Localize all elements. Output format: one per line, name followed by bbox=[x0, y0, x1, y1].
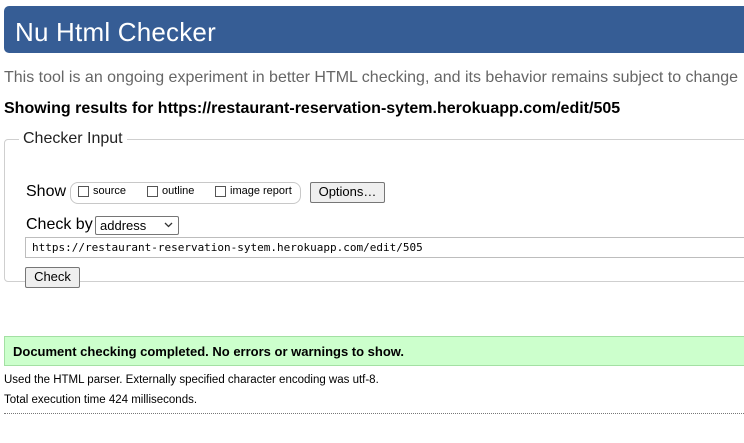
source-checkbox[interactable] bbox=[78, 185, 89, 197]
outline-checkbox[interactable] bbox=[147, 185, 158, 197]
checker-input-fieldset: Checker Input Show source outline image … bbox=[4, 130, 744, 288]
check-by-select[interactable]: address bbox=[95, 216, 179, 235]
tagline: This tool is an ongoing experiment in be… bbox=[4, 69, 739, 86]
check-by-selected-value: address bbox=[100, 218, 147, 233]
results-heading: Showing results for https://restaurant-r… bbox=[4, 100, 621, 117]
show-options-group: source outline image report bbox=[70, 182, 301, 204]
image-report-checkbox[interactable] bbox=[215, 185, 226, 197]
success-message-box: Document checking completed. No errors o… bbox=[4, 336, 744, 366]
options-button[interactable]: Options… bbox=[310, 182, 385, 203]
checker-input-legend: Checker Input bbox=[23, 130, 123, 147]
show-image-report-option[interactable]: image report bbox=[215, 185, 292, 197]
check-by-label: Check by bbox=[26, 216, 93, 233]
show-source-option[interactable]: source bbox=[78, 185, 126, 197]
show-label: Show bbox=[26, 183, 67, 200]
show-outline-option[interactable]: outline bbox=[147, 185, 194, 197]
url-input[interactable]: https://restaurant-reservation-sytem.her… bbox=[25, 237, 744, 258]
check-button[interactable]: Check bbox=[25, 267, 80, 288]
page-title: Nu Html Checker bbox=[15, 17, 216, 47]
image-report-checkbox-label: image report bbox=[230, 185, 292, 197]
success-message: Document checking completed. No errors o… bbox=[13, 344, 405, 359]
chevron-down-icon bbox=[164, 222, 173, 228]
execution-time: Total execution time 424 milliseconds. bbox=[4, 394, 198, 406]
parser-info: Used the HTML parser. Externally specifi… bbox=[4, 374, 379, 386]
source-checkbox-label: source bbox=[93, 185, 127, 197]
outline-checkbox-label: outline bbox=[162, 185, 195, 197]
header-bar: Nu Html Checker bbox=[4, 6, 744, 53]
divider bbox=[4, 413, 744, 414]
